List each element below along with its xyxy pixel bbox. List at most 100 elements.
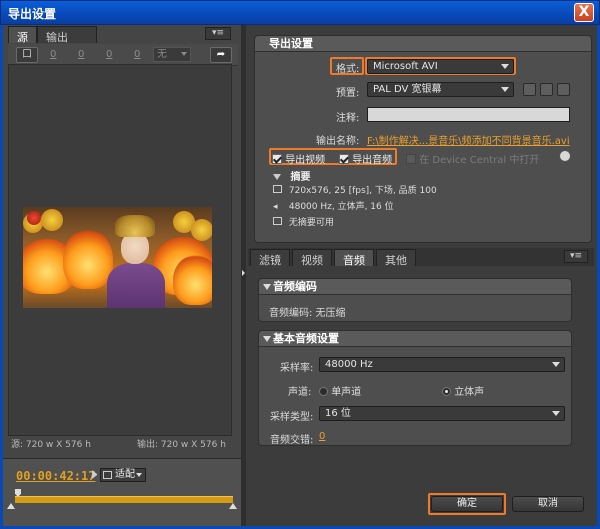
film-icon	[273, 185, 282, 193]
checkbox-checked-icon	[339, 154, 349, 164]
interleave-value[interactable]: 0	[319, 431, 325, 442]
out-point-icon[interactable]	[229, 503, 237, 509]
title-bar	[0, 0, 600, 25]
panel-menu-icon[interactable]: ▾≡	[205, 27, 231, 40]
device-central-label: 在 Device Central 中打开	[419, 155, 540, 166]
export-video-label: 导出视频	[285, 155, 326, 166]
sample-type-label: 采样类型:	[270, 412, 314, 423]
tab-output[interactable]: 输出	[37, 26, 97, 44]
chevron-down-icon	[501, 87, 509, 92]
device-central-checkbox[interactable]: 在 Device Central 中打开	[406, 151, 539, 166]
scene-detail	[63, 229, 113, 289]
crop-ratio-dropdown[interactable]: 无	[153, 47, 191, 62]
fit-value: 适配	[115, 469, 135, 480]
source-size: 源: 720 w X 576 h	[11, 440, 91, 450]
summary-none: 无摘要可用	[273, 215, 334, 228]
stereo-label: 立体声	[454, 387, 485, 398]
scene-detail	[41, 209, 63, 231]
radio-icon	[319, 387, 328, 396]
export-settings-header: 导出设置	[255, 36, 591, 52]
basic-audio-header[interactable]: 基本音频设置	[259, 331, 571, 347]
checkbox-icon	[406, 154, 416, 164]
timecode[interactable]: 00:00:42:17	[16, 469, 95, 483]
speaker-icon: ◂	[273, 202, 278, 212]
collapse-icon	[273, 174, 281, 180]
tab-audio[interactable]: 音频	[334, 249, 374, 267]
window-title: 导出设置	[8, 7, 57, 21]
export-settings-title: 导出设置	[269, 37, 313, 50]
source-tabs: 源 输出	[8, 26, 97, 44]
in-point-icon[interactable]	[7, 503, 15, 509]
summary-video-text: 720x576, 25 [fps], 下场, 品质 100	[288, 186, 437, 196]
ok-button[interactable]: 确定	[431, 496, 503, 512]
import-preset-icon[interactable]	[540, 83, 553, 96]
crop-bottom[interactable]: 0	[134, 49, 140, 60]
format-value: Microsoft AVI	[373, 61, 438, 72]
delete-preset-icon[interactable]	[557, 83, 570, 96]
chevron-down-icon	[552, 362, 560, 367]
close-button[interactable]: X	[574, 3, 594, 22]
cancel-button[interactable]: 取消	[512, 496, 584, 512]
summary-none-text: 无摘要可用	[288, 218, 334, 228]
sample-rate-label: 采样率:	[280, 363, 314, 374]
summary-audio: ◂ 48000 Hz, 立体声, 16 位	[273, 199, 394, 212]
timeline-track[interactable]	[15, 496, 233, 503]
export-audio-checkbox[interactable]: 导出音频	[339, 151, 392, 166]
panel-menu-icon[interactable]: ▾≡	[564, 250, 588, 263]
preset-select[interactable]: PAL DV 宽银幕	[367, 82, 514, 97]
output-size: 输出: 720 w X 576 h	[137, 440, 226, 450]
comment-input[interactable]	[367, 107, 570, 122]
sample-type-select[interactable]: 16 位	[319, 406, 565, 421]
stereo-radio[interactable]: 立体声	[442, 383, 484, 398]
crop-right[interactable]: 0	[106, 49, 112, 60]
window-border	[0, 25, 3, 529]
output-name-link[interactable]: F:\制作解决...景音乐\频添加不同背景音乐.avi	[367, 132, 570, 147]
chevron-down-icon	[181, 52, 187, 56]
crop-left[interactable]: 0	[50, 49, 56, 60]
comment-label: 注释:	[336, 113, 360, 124]
crop-toolbar: 口 0 0 0 0 无 ➦	[8, 44, 238, 66]
audio-codec-section: 音频编码 音频编码: 无压缩	[258, 278, 572, 322]
collapse-icon	[263, 336, 271, 342]
info-box-icon	[273, 217, 282, 225]
audio-codec-text: 音频编码: 无压缩	[269, 308, 346, 319]
summary-video: 720x576, 25 [fps], 下场, 品质 100	[273, 183, 437, 196]
splitter-arrow-icon[interactable]	[242, 270, 245, 276]
fit-dropdown[interactable]: 适配	[100, 468, 146, 482]
format-label: 格式:	[336, 64, 360, 75]
format-select[interactable]: Microsoft AVI	[367, 59, 514, 74]
chevron-down-icon	[501, 64, 509, 69]
play-marker-icon[interactable]	[92, 470, 97, 479]
summary-audio-text: 48000 Hz, 立体声, 16 位	[288, 202, 394, 212]
radio-selected-icon	[442, 387, 451, 396]
preset-label: 预置:	[336, 88, 360, 99]
info-icon[interactable]	[559, 150, 571, 162]
scene-detail	[191, 219, 212, 241]
tab-other[interactable]: 其他	[376, 249, 416, 267]
chevron-down-icon	[552, 411, 560, 416]
channel-logo-icon	[27, 211, 41, 225]
audio-codec-header[interactable]: 音频编码	[259, 279, 571, 295]
chevron-down-icon	[136, 473, 142, 477]
panel-splitter[interactable]	[241, 25, 246, 529]
sample-type-value: 16 位	[325, 408, 351, 419]
mono-label: 单声道	[331, 387, 362, 398]
summary-header[interactable]: 摘要	[273, 168, 310, 183]
crop-top[interactable]: 0	[78, 49, 84, 60]
sample-rate-value: 48000 Hz	[325, 359, 373, 370]
save-preset-icon[interactable]	[523, 83, 536, 96]
sample-rate-select[interactable]: 48000 Hz	[319, 357, 565, 372]
tab-source[interactable]: 源	[8, 26, 37, 44]
audio-codec-title: 音频编码	[273, 280, 317, 293]
tab-filters[interactable]: 滤镜	[250, 249, 290, 267]
interleave-label: 音频交错:	[270, 435, 314, 446]
mono-radio[interactable]: 单声道	[319, 383, 361, 398]
tab-video[interactable]: 视频	[292, 249, 332, 267]
scene-detail	[173, 255, 212, 305]
fit-icon	[103, 471, 112, 479]
crop-icon[interactable]: 口	[16, 47, 38, 63]
preset-value: PAL DV 宽银幕	[373, 84, 442, 95]
export-video-checkbox[interactable]: 导出视频	[272, 151, 325, 166]
arrow-right-icon[interactable]: ➦	[210, 47, 232, 63]
collapse-icon	[263, 284, 271, 290]
